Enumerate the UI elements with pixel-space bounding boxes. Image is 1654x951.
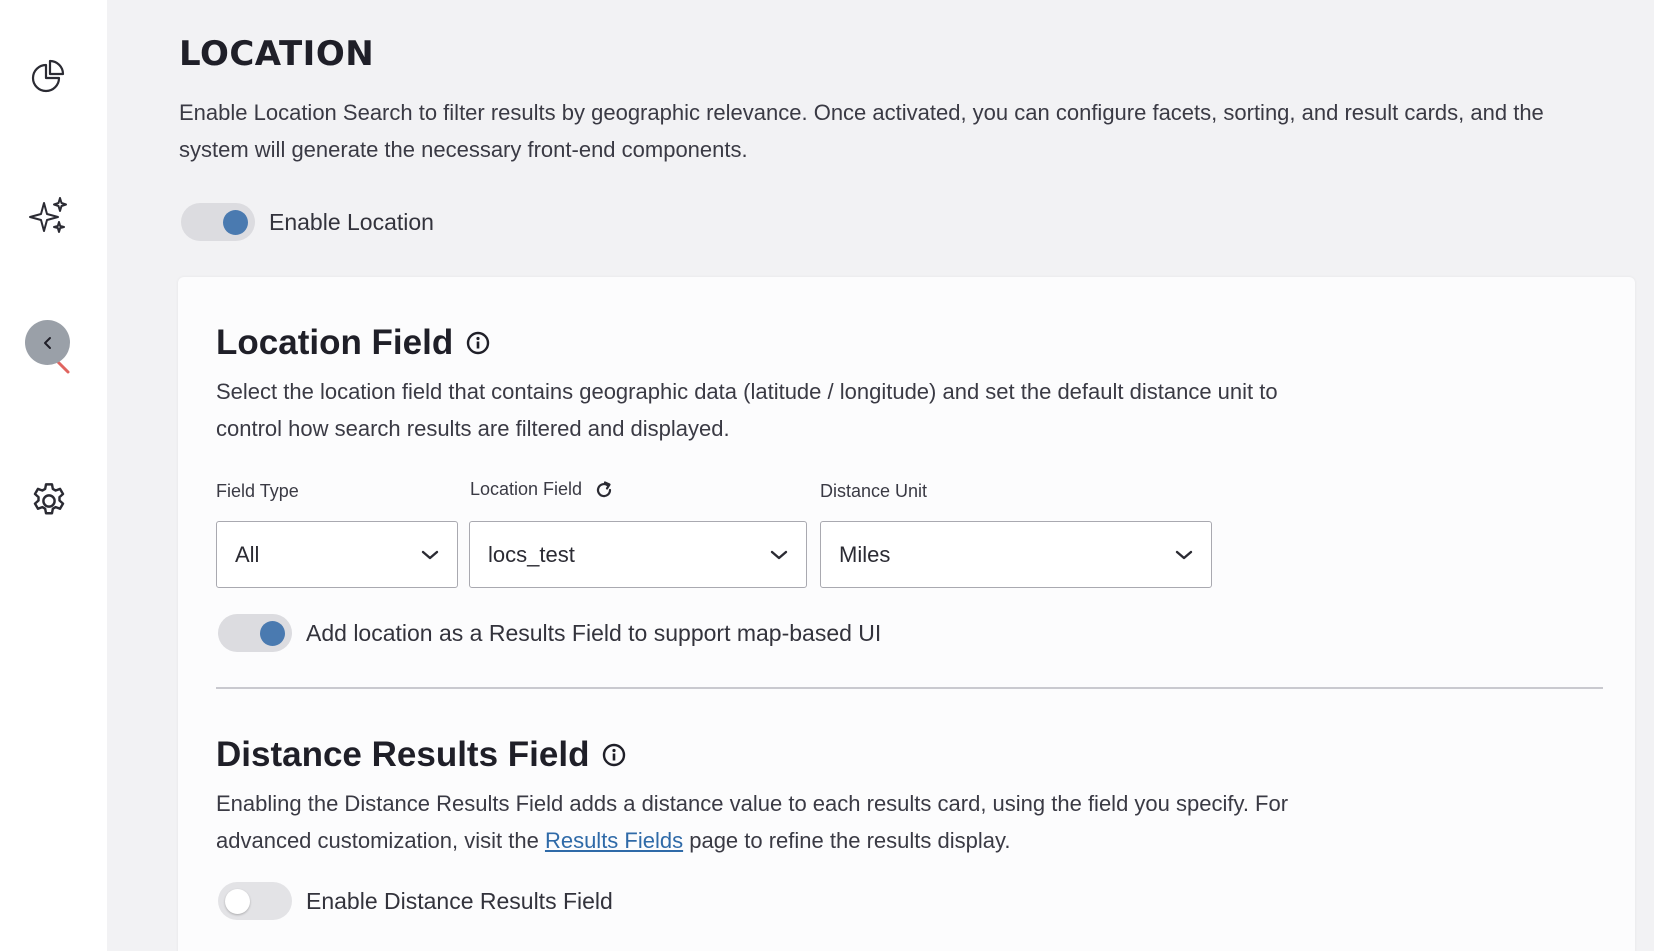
distance-description-end: page to refine the results display.: [683, 828, 1011, 853]
field-type-label: Field Type: [216, 481, 299, 501]
toggle-knob: [260, 621, 285, 646]
toggle-knob: [223, 210, 248, 235]
distance-results-title: Distance Results Field: [216, 735, 590, 774]
enable-distance-row: Enable Distance Results Field: [218, 882, 613, 920]
info-icon[interactable]: [601, 742, 627, 768]
enable-distance-toggle[interactable]: [218, 882, 292, 920]
field-type-select[interactable]: All: [216, 521, 458, 588]
add-results-field-label: Add location as a Results Field to suppo…: [306, 619, 882, 646]
location-field-value: locs_test: [488, 541, 575, 567]
chevron-down-icon: [1175, 550, 1193, 559]
distance-unit-label: Distance Unit: [820, 481, 928, 501]
results-fields-link[interactable]: Results Fields: [545, 828, 683, 853]
enable-location-row: Enable Location: [181, 203, 434, 241]
location-field-label: Location Field: [470, 479, 583, 499]
distance-unit-value: Miles: [839, 541, 891, 567]
section-divider: [216, 687, 1603, 689]
info-icon[interactable]: [465, 330, 491, 356]
add-results-field-row: Add location as a Results Field to suppo…: [218, 614, 881, 652]
chevron-left-icon: [43, 336, 51, 349]
location-settings-card: Location Field Select the location field…: [178, 277, 1635, 951]
refresh-icon[interactable]: [594, 480, 614, 500]
location-field-select[interactable]: locs_test: [469, 521, 807, 588]
sidebar: [0, 0, 107, 951]
distance-results-description: Enabling the Distance Results Field adds…: [216, 785, 1336, 859]
chevron-down-icon: [421, 550, 439, 559]
page-title: LOCATION: [179, 34, 375, 74]
chevron-down-icon: [770, 550, 788, 559]
collapse-sidebar-button[interactable]: [25, 320, 70, 365]
location-field-description: Select the location field that contains …: [216, 379, 1278, 441]
page-description: Enable Location Search to filter results…: [179, 100, 1544, 162]
distance-unit-select[interactable]: Miles: [820, 521, 1212, 588]
location-field-label-group: Location Field: [470, 479, 614, 500]
field-type-value: All: [235, 541, 260, 567]
add-results-field-toggle[interactable]: [218, 614, 292, 652]
pie-chart-icon[interactable]: [26, 54, 72, 100]
sparkles-icon[interactable]: [26, 193, 72, 239]
location-field-title: Location Field: [216, 323, 454, 362]
distance-results-heading: Distance Results Field: [216, 735, 627, 775]
gear-icon[interactable]: [26, 478, 72, 524]
enable-location-toggle[interactable]: [181, 203, 255, 241]
toggle-knob: [225, 889, 250, 914]
location-field-heading: Location Field: [216, 323, 491, 363]
enable-distance-label: Enable Distance Results Field: [306, 887, 613, 914]
enable-location-label: Enable Location: [269, 208, 434, 235]
